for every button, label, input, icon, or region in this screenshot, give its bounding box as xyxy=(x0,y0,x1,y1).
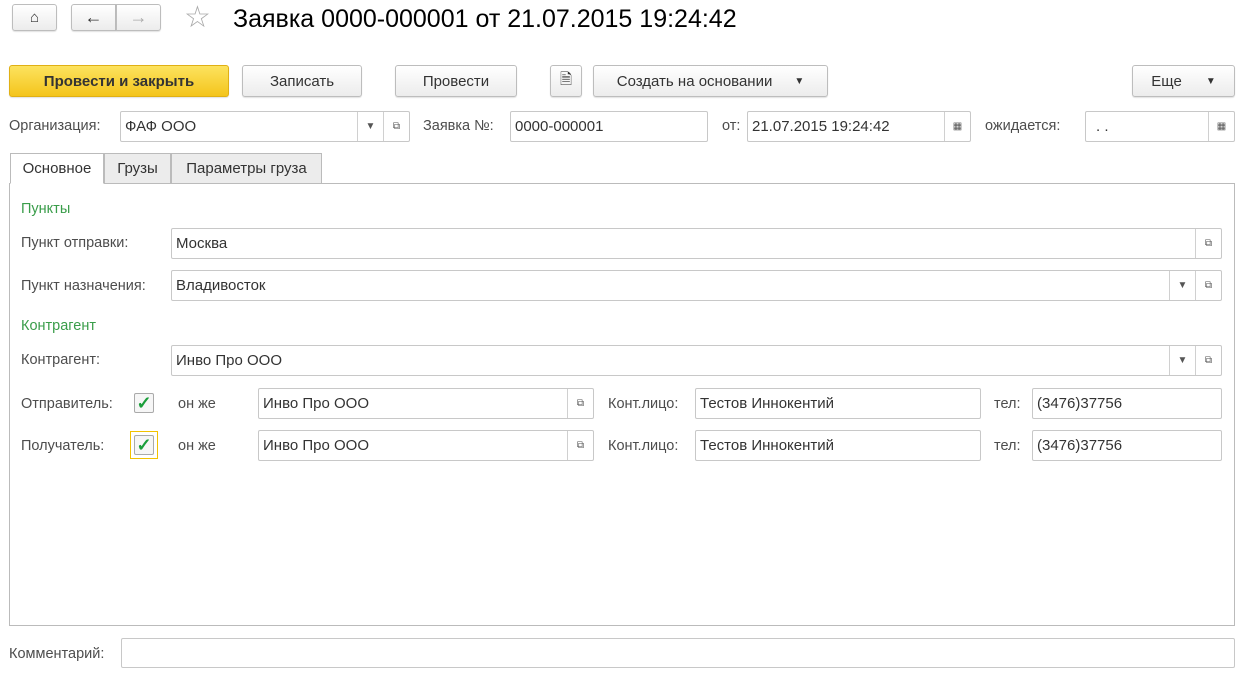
dropdown-icon[interactable]: ▼ xyxy=(357,112,383,141)
sender-contact-field[interactable]: Тестов Иннокентий xyxy=(695,388,981,419)
departure-label: Пункт отправки: xyxy=(21,235,129,251)
page-title: Заявка 0000-000001 от 21.07.2015 19:24:4… xyxy=(233,5,737,33)
receiver-contact-label: Конт.лицо: xyxy=(608,438,679,454)
date-label: от: xyxy=(722,118,741,134)
forward-button[interactable]: → xyxy=(116,4,161,31)
contractor-field[interactable]: Инво Про ООО ▼ ⧉ xyxy=(171,345,1222,376)
sender-phone-value: (3476)37756 xyxy=(1037,395,1123,412)
expected-date-field[interactable]: . . ▦ xyxy=(1085,111,1235,142)
open-icon[interactable]: ⧉ xyxy=(567,431,593,460)
sender-contact-value: Тестов Иннокентий xyxy=(700,395,835,412)
sender-same-checkbox[interactable]: ✓ xyxy=(134,393,154,413)
departure-value: Москва xyxy=(176,235,228,252)
dropdown-icon[interactable]: ▼ xyxy=(1169,346,1195,375)
calendar-icon[interactable]: ▦ xyxy=(1208,112,1234,141)
points-group-title: Пункты xyxy=(21,201,71,217)
dropdown-icon: ▼ xyxy=(794,75,805,87)
destination-field[interactable]: Владивосток ▼ ⧉ xyxy=(171,270,1222,301)
star-icon[interactable]: ☆ xyxy=(184,0,211,35)
open-icon[interactable]: ⧉ xyxy=(567,389,593,418)
sender-field[interactable]: Инво Про ООО ⧉ xyxy=(258,388,594,419)
request-number-value: 0000-000001 xyxy=(515,118,604,135)
sender-label: Отправитель: xyxy=(21,396,113,412)
save-button[interactable]: Записать xyxy=(242,65,362,97)
expected-date-value: . . xyxy=(1096,118,1109,135)
sender-contact-label: Конт.лицо: xyxy=(608,396,679,412)
tab-cargo-params[interactable]: Параметры груза xyxy=(171,153,322,184)
comment-label: Комментарий: xyxy=(9,646,105,662)
home-icon: ⌂ xyxy=(29,9,40,26)
organization-field[interactable]: ФАФ ООО ▼ ⧉ xyxy=(120,111,410,142)
expected-label: ожидается: xyxy=(985,118,1061,134)
contractor-group-title: Контрагент xyxy=(21,318,96,334)
comment-field[interactable] xyxy=(121,638,1235,668)
destination-label: Пункт назначения: xyxy=(21,278,146,294)
arrow-left-icon: ← xyxy=(84,7,103,27)
receiver-phone-label: тел: xyxy=(994,438,1021,454)
departure-field[interactable]: Москва ⧉ xyxy=(171,228,1222,259)
sender-value: Инво Про ООО xyxy=(263,395,370,412)
receiver-phone-field[interactable]: (3476)37756 xyxy=(1032,430,1222,461)
receiver-same-checkbox[interactable]: ✓ xyxy=(134,435,154,455)
more-label: Еще xyxy=(1151,72,1182,90)
receiver-phone-value: (3476)37756 xyxy=(1037,437,1123,454)
sender-phone-field[interactable]: (3476)37756 xyxy=(1032,388,1222,419)
back-button[interactable]: ← xyxy=(71,4,116,31)
receiver-value: Инво Про ООО xyxy=(263,437,370,454)
receiver-same-label: он же xyxy=(178,438,216,454)
sender-same-label: он же xyxy=(178,396,216,412)
organization-label: Организация: xyxy=(9,118,101,134)
post-button[interactable]: Провести xyxy=(395,65,517,97)
create-based-label: Создать на основании xyxy=(616,72,773,90)
checkmark-icon: ✓ xyxy=(136,435,152,455)
tab-cargo[interactable]: Грузы xyxy=(104,153,171,184)
calendar-icon[interactable]: ▦ xyxy=(944,112,970,141)
tab-main[interactable]: Основное xyxy=(10,153,104,184)
open-icon[interactable]: ⧉ xyxy=(383,112,409,141)
checkmark-icon: ✓ xyxy=(136,393,152,413)
receiver-contact-field[interactable]: Тестов Иннокентий xyxy=(695,430,981,461)
date-value: 21.07.2015 19:24:42 xyxy=(752,118,890,135)
report-button[interactable]: 🗎 xyxy=(550,65,582,97)
open-icon[interactable]: ⧉ xyxy=(1195,271,1221,300)
document-icon: 🗎 xyxy=(559,70,573,88)
create-based-on-button[interactable]: Создать на основании ▼ xyxy=(593,65,828,97)
more-button[interactable]: Еще ▼ xyxy=(1132,65,1235,97)
date-field[interactable]: 21.07.2015 19:24:42 ▦ xyxy=(747,111,971,142)
dropdown-icon: ▼ xyxy=(1205,75,1216,87)
dropdown-icon[interactable]: ▼ xyxy=(1169,271,1195,300)
receiver-field[interactable]: Инво Про ООО ⧉ xyxy=(258,430,594,461)
sender-phone-label: тел: xyxy=(994,396,1021,412)
receiver-contact-value: Тестов Иннокентий xyxy=(700,437,835,454)
contractor-value: Инво Про ООО xyxy=(176,352,283,369)
request-number-label: Заявка №: xyxy=(423,118,494,134)
receiver-label: Получатель: xyxy=(21,438,105,454)
post-and-close-button[interactable]: Провести и закрыть xyxy=(9,65,229,97)
home-button[interactable]: ⌂ xyxy=(12,4,57,31)
contractor-label: Контрагент: xyxy=(21,352,100,368)
request-number-field[interactable]: 0000-000001 xyxy=(510,111,708,142)
open-icon[interactable]: ⧉ xyxy=(1195,346,1221,375)
open-icon[interactable]: ⧉ xyxy=(1195,229,1221,258)
organization-value: ФАФ ООО xyxy=(125,118,197,135)
arrow-right-icon: → xyxy=(129,7,148,27)
destination-value: Владивосток xyxy=(176,277,266,294)
